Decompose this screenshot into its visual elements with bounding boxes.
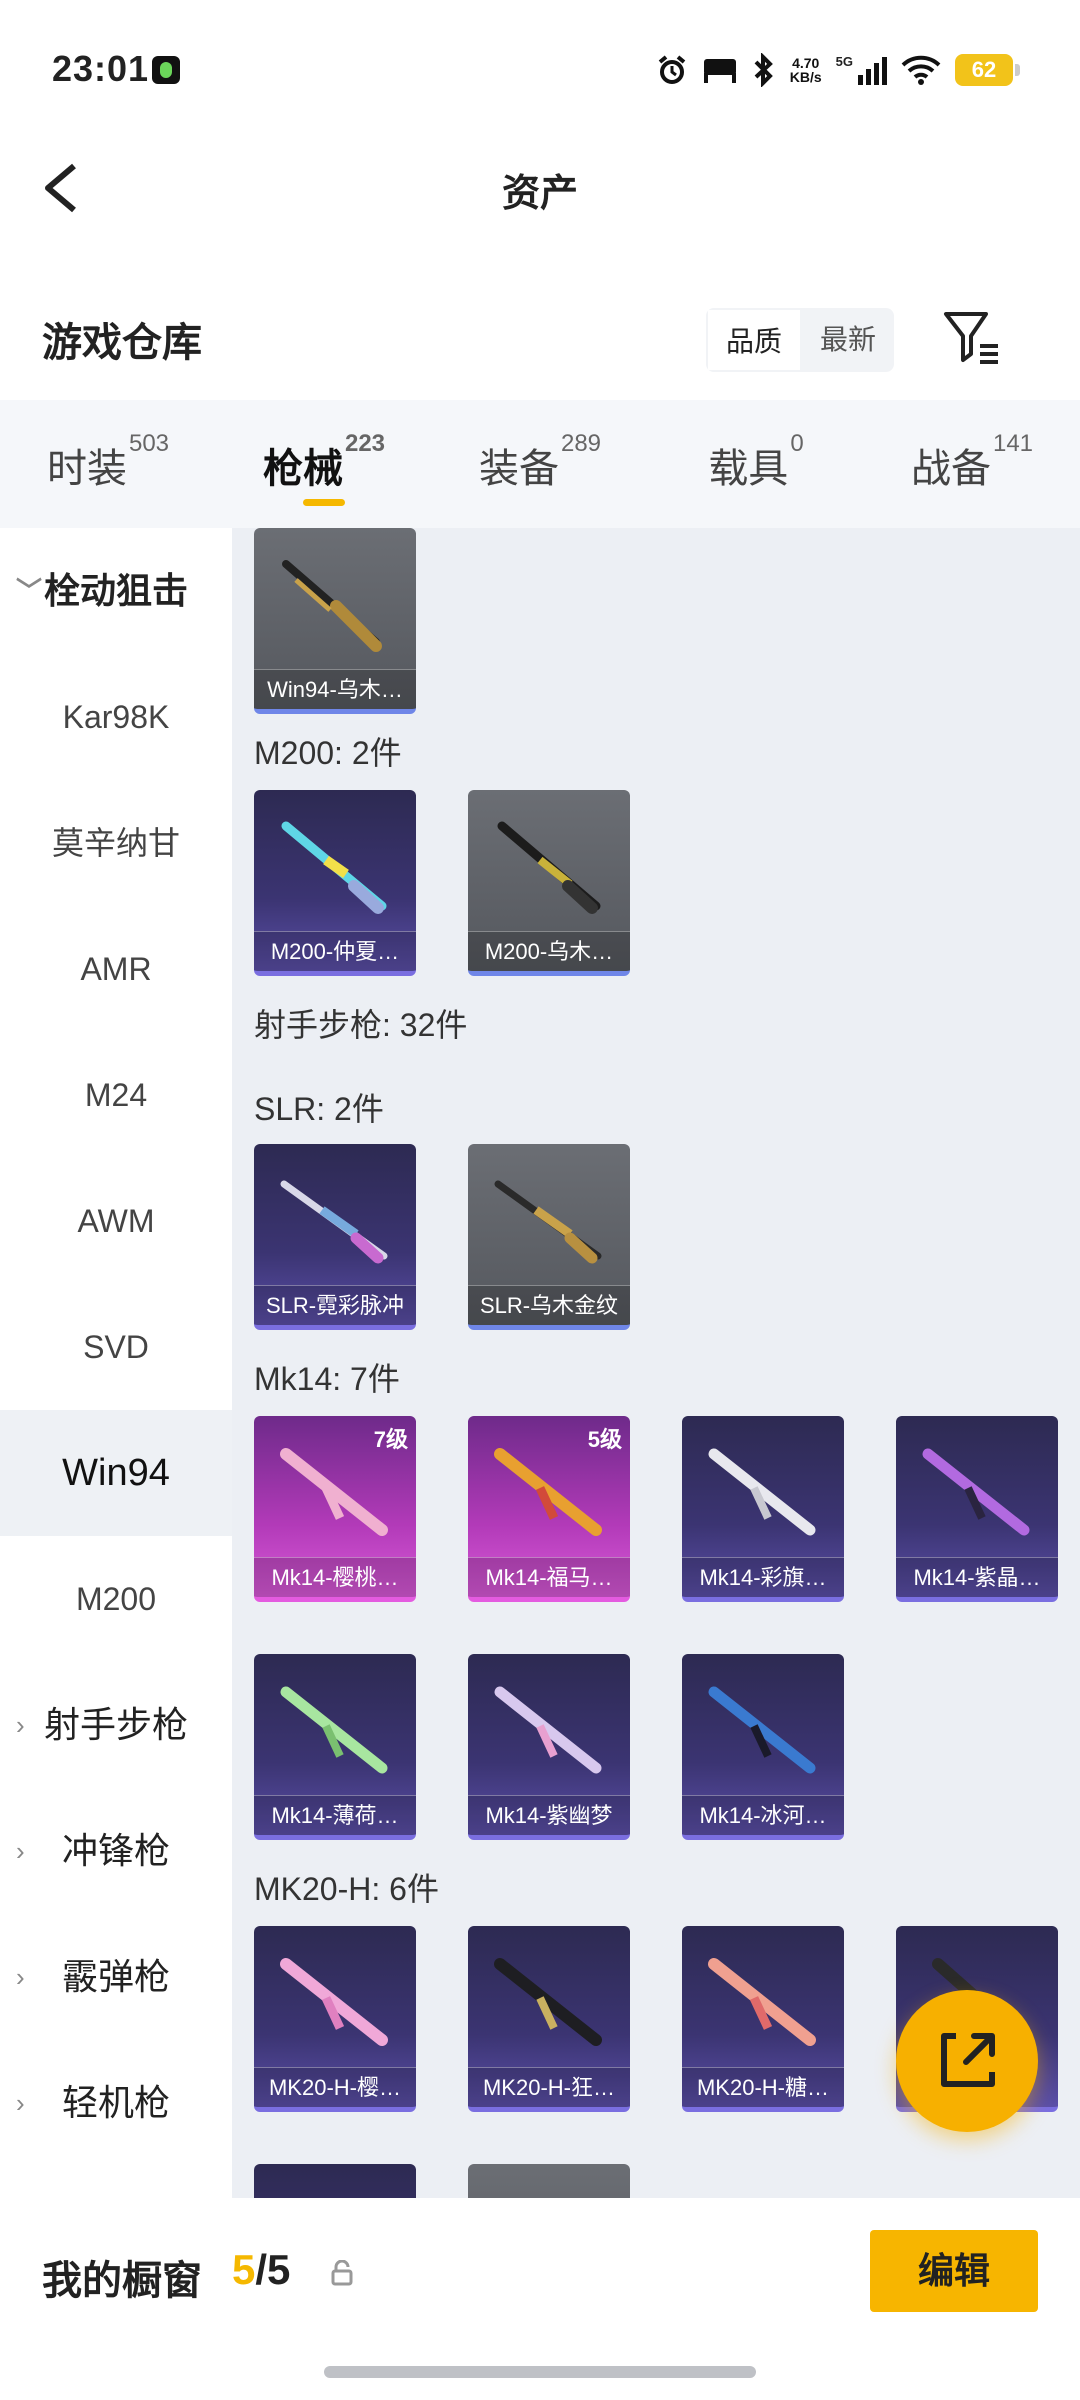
sidebar-item-mosin[interactable]: 莫辛纳甘 [0, 780, 232, 906]
tab-guns[interactable]: 枪械223 [216, 400, 432, 528]
sidebar-item-m200[interactable]: M200 [0, 1536, 232, 1662]
sidebar-item-kar98k[interactable]: Kar98K [0, 654, 232, 780]
category-tabs: 时装503 枪械223 装备289 载具0 战备141 [0, 400, 1080, 528]
share-button[interactable] [896, 1990, 1038, 2132]
sort-quality-button[interactable]: 品质 [706, 308, 803, 372]
skin-card[interactable]: MK20-H-糖… [682, 1926, 844, 2112]
wifi-icon [901, 55, 941, 85]
section-label-slr: SLR: 2件 [254, 1091, 384, 1127]
sidebar-group-shotgun[interactable]: › 霰弹枪 [0, 1914, 232, 2040]
warehouse-header: 游戏仓库 品质 最新 [0, 290, 1080, 390]
chevron-right-icon: › [16, 1836, 25, 1866]
bluetooth-icon [754, 53, 773, 87]
section-label-mk20: MK20-H: 6件 [254, 1871, 439, 1907]
sidebar-group-bolt-action[interactable]: ﹀ 栓动狙击 [0, 528, 232, 654]
section-label-marksman: 射手步枪: 32件 [254, 1007, 468, 1043]
rifle-icon [282, 560, 382, 652]
skin-card[interactable]: Mk14-紫晶… [896, 1416, 1058, 1602]
rifle-icon [280, 1180, 388, 1264]
skin-card[interactable]: M200-仲夏… [254, 790, 416, 976]
cellular-signal-icon: 5G [836, 55, 887, 85]
skin-card[interactable] [468, 2164, 630, 2198]
skin-card[interactable]: Mk14-紫幽梦 [468, 1654, 630, 1840]
section-label-mk14: Mk14: 7件 [254, 1361, 400, 1397]
status-time: 23:01 [52, 48, 150, 89]
skin-card[interactable]: SLR-霓彩脉冲 [254, 1144, 416, 1330]
warehouse-title: 游戏仓库 [42, 321, 202, 365]
weapon-skin-grid: Win94-乌木… M200: 2件 M200-仲夏… M200-乌木… 射手步… [232, 528, 1080, 2198]
rifle-icon [494, 1180, 602, 1264]
sidebar-item-win94[interactable]: Win94 [0, 1410, 232, 1536]
skin-card[interactable]: 5级 Mk14-福马… [468, 1416, 630, 1602]
sidebar-group-marksman[interactable]: › 射手步枪 [0, 1662, 232, 1788]
showcase-label: 我的橱窗 [42, 2259, 202, 2303]
tab-combat-gear[interactable]: 战备141 [864, 400, 1080, 528]
skin-card[interactable] [254, 2164, 416, 2198]
skin-card[interactable]: SLR-乌木金纹 [468, 1144, 630, 1330]
skin-card[interactable]: Mk14-彩旗… [682, 1416, 844, 1602]
sidebar-group-smg[interactable]: › 冲锋枪 [0, 1788, 232, 1914]
skin-card[interactable]: M200-乌木… [468, 790, 630, 976]
skin-card[interactable]: MK20-H-樱… [254, 1926, 416, 2112]
rifle-icon [708, 1958, 816, 2046]
share-icon [941, 2033, 995, 2087]
rifle-icon [280, 1958, 388, 2046]
sort-newest-button[interactable]: 最新 [802, 308, 894, 372]
showcase-count: 5/5 [232, 2246, 291, 2293]
rifle-icon [497, 821, 601, 914]
rifle-icon [280, 1448, 388, 1536]
chevron-right-icon: › [16, 1962, 25, 1992]
skin-card[interactable]: MK20-H-狂… [468, 1926, 630, 2112]
filter-icon[interactable] [940, 306, 1004, 370]
page-title: 资产 [501, 173, 578, 215]
skin-card[interactable]: Mk14-冰河… [682, 1654, 844, 1840]
sidebar-item-m24[interactable]: M24 [0, 1032, 232, 1158]
rifle-icon [922, 1448, 1030, 1536]
sidebar-group-lmg[interactable]: › 轻机枪 [0, 2040, 232, 2166]
home-indicator[interactable] [324, 2366, 756, 2378]
edit-button[interactable]: 编辑 [870, 2230, 1038, 2312]
tab-fashion[interactable]: 时装503 [0, 400, 216, 528]
rifle-icon [280, 1686, 388, 1774]
showcase-bar: 我的橱窗 5/5 编辑 [0, 2198, 1080, 2348]
status-icons: 4.70 KB/s 5G 62 [656, 48, 1020, 92]
chevron-right-icon: › [16, 2088, 25, 2118]
rifle-icon [708, 1448, 816, 1536]
rifle-icon [281, 821, 387, 914]
network-speed: 4.70 KB/s [789, 55, 822, 85]
sidebar-item-svd[interactable]: SVD [0, 1284, 232, 1410]
chevron-down-icon: ﹀ [16, 576, 43, 606]
bed-icon [703, 59, 736, 83]
status-bar: 23:01 4.70 KB/s 5G 62 [0, 0, 1080, 140]
app-notification-icon [152, 56, 180, 84]
skin-card[interactable]: 7级 Mk14-樱桃… [254, 1416, 416, 1602]
alarm-icon [658, 55, 686, 84]
battery-icon: 62 [955, 54, 1020, 86]
tab-vehicles[interactable]: 载具0 [648, 400, 864, 528]
section-label-m200: M200: 2件 [254, 735, 402, 771]
weapon-sidebar: ﹀ 栓动狙击 Kar98K 莫辛纳甘 AMR M24 AWM SVD Win94… [0, 528, 232, 2198]
skin-card[interactable]: Win94-乌木… [254, 528, 416, 714]
skin-card[interactable]: Mk14-薄荷… [254, 1654, 416, 1840]
sort-toggle: 品质 最新 [706, 308, 895, 372]
rifle-icon [494, 1686, 602, 1774]
sidebar-item-amr[interactable]: AMR [0, 906, 232, 1032]
tab-equipment[interactable]: 装备289 [432, 400, 648, 528]
lock-icon [331, 2260, 353, 2286]
rifle-icon [494, 1448, 602, 1536]
rifle-icon [708, 1686, 816, 1774]
chevron-right-icon: › [16, 1710, 25, 1740]
rifle-icon [494, 1958, 602, 2046]
app-header: 资产 [0, 140, 1080, 240]
sidebar-item-awm[interactable]: AWM [0, 1158, 232, 1284]
